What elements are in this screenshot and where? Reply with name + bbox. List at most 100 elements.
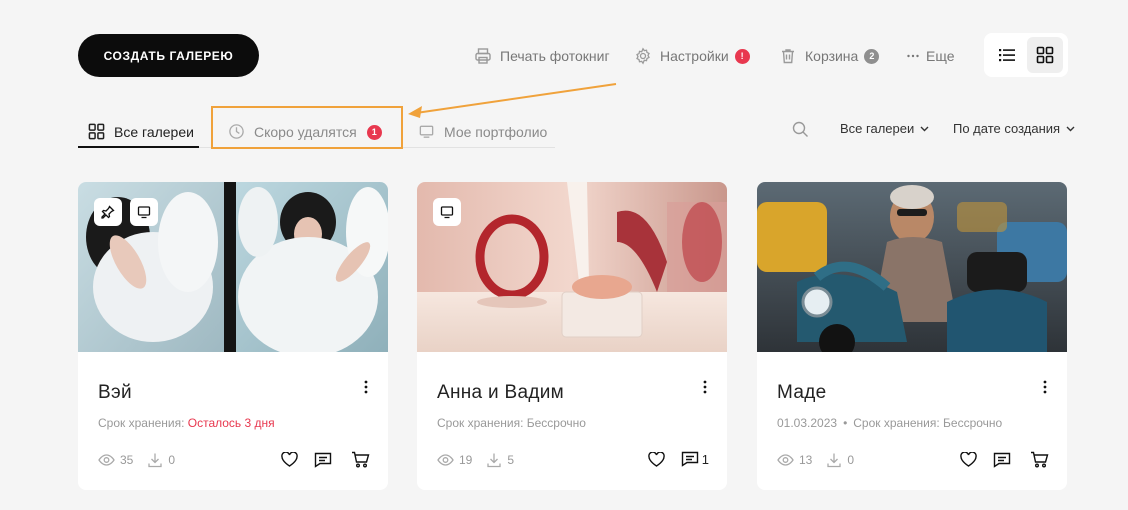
trash-icon bbox=[779, 47, 797, 65]
gallery-card[interactable]: Анна и Вадим Срок хранения: Бессрочно 19… bbox=[417, 182, 727, 490]
card-actions bbox=[265, 451, 370, 468]
download-icon bbox=[148, 453, 163, 468]
tab-my-portfolio[interactable]: Мое портфолио bbox=[418, 118, 547, 146]
heart-icon bbox=[960, 452, 977, 467]
annotation-arrow bbox=[408, 83, 617, 118]
gallery-stats: 35 0 bbox=[98, 452, 189, 468]
gallery-title: Маде bbox=[777, 382, 827, 403]
gallery-stats: 19 5 bbox=[437, 452, 528, 468]
gallery-cover-image bbox=[78, 182, 388, 352]
sort-dropdown[interactable]: По дате создания bbox=[953, 121, 1075, 136]
gallery-title: Анна и Вадим bbox=[437, 382, 564, 403]
comment-icon bbox=[314, 452, 332, 468]
card-actions: 1 bbox=[632, 451, 709, 467]
storage-label: Срок хранения: bbox=[853, 416, 944, 430]
list-icon bbox=[999, 49, 1015, 62]
views-stat: 13 bbox=[777, 453, 812, 467]
gallery-meta: 01.03.2023 • Срок хранения: Бессрочно bbox=[777, 416, 1002, 430]
trash-label: Корзина bbox=[805, 48, 859, 64]
tab-all-galleries-label: Все галереи bbox=[114, 124, 194, 140]
comments-button[interactable]: 1 bbox=[681, 451, 709, 467]
settings-label: Настройки bbox=[660, 48, 729, 64]
gallery-cover-image bbox=[417, 182, 727, 352]
grid-icon bbox=[1036, 46, 1054, 64]
views-count: 13 bbox=[799, 453, 813, 467]
portfolio-button[interactable] bbox=[130, 198, 158, 226]
tab-all-galleries[interactable]: Все галереи bbox=[88, 118, 194, 146]
meta-separator-dot: • bbox=[843, 416, 848, 430]
heart-icon bbox=[648, 451, 665, 467]
tab-my-portfolio-label: Мое портфолио bbox=[444, 124, 548, 140]
gallery-date: 01.03.2023 bbox=[777, 416, 838, 430]
settings-alert-badge: ! bbox=[734, 48, 750, 64]
create-gallery-button[interactable]: СОЗДАТЬ ГАЛЕРЕЮ bbox=[78, 34, 259, 77]
pin-icon bbox=[101, 205, 115, 219]
chevron-down-icon bbox=[920, 126, 929, 132]
kebab-menu-icon bbox=[1043, 380, 1047, 394]
downloads-count: 0 bbox=[847, 453, 855, 467]
grid-icon bbox=[88, 123, 106, 141]
gallery-card[interactable]: Вэй Срок хранения: Осталось 3 дня 35 0 bbox=[78, 182, 388, 490]
downloads-stat: 0 bbox=[826, 452, 854, 468]
comments-button[interactable] bbox=[314, 452, 335, 468]
trash-count-badge: 2 bbox=[864, 48, 880, 64]
comment-icon bbox=[681, 451, 698, 467]
like-button[interactable] bbox=[648, 451, 665, 467]
gallery-meta: Срок хранения: Осталось 3 дня bbox=[98, 416, 275, 430]
cart-button[interactable] bbox=[1030, 451, 1049, 468]
views-count: 35 bbox=[120, 453, 134, 467]
heart-icon bbox=[281, 452, 298, 467]
gallery-scope-dropdown[interactable]: Все галереи bbox=[840, 121, 929, 136]
list-view-button[interactable] bbox=[989, 37, 1025, 73]
grid-view-button[interactable] bbox=[1027, 37, 1063, 73]
card-menu-button[interactable] bbox=[362, 379, 370, 395]
card-actions bbox=[944, 451, 1049, 468]
more-menu[interactable]: Еще bbox=[906, 46, 955, 66]
eye-icon bbox=[98, 454, 115, 466]
view-toggle bbox=[984, 33, 1068, 77]
printer-icon bbox=[474, 47, 492, 65]
monitor-icon bbox=[137, 206, 151, 219]
downloads-stat: 5 bbox=[486, 452, 514, 468]
views-stat: 35 bbox=[98, 453, 133, 467]
print-photobooks-link[interactable]: Печать фотокниг bbox=[474, 46, 610, 66]
storage-label: Срок хранения: bbox=[437, 416, 527, 430]
like-button[interactable] bbox=[281, 452, 298, 467]
storage-value: Бессрочно bbox=[943, 416, 1003, 430]
eye-icon bbox=[777, 454, 794, 466]
more-dots-icon bbox=[906, 47, 920, 65]
gallery-card[interactable]: Маде 01.03.2023 • Срок хранения: Бессрочно… bbox=[757, 182, 1067, 490]
views-count: 19 bbox=[459, 453, 473, 467]
downloads-count: 5 bbox=[507, 453, 515, 467]
kebab-menu-icon bbox=[364, 380, 368, 394]
search-icon[interactable] bbox=[792, 121, 809, 138]
trash-link[interactable]: Корзина 2 bbox=[779, 46, 880, 66]
card-menu-button[interactable] bbox=[701, 379, 709, 395]
sort-value: По дате создания bbox=[953, 121, 1061, 136]
cart-button[interactable] bbox=[351, 451, 370, 468]
download-icon bbox=[827, 453, 842, 468]
eye-icon bbox=[437, 454, 454, 466]
gallery-stats: 13 0 bbox=[777, 452, 868, 468]
comments-button[interactable] bbox=[993, 452, 1014, 468]
settings-link[interactable]: Настройки ! bbox=[634, 46, 750, 66]
print-photobooks-label: Печать фотокниг bbox=[500, 48, 610, 64]
gallery-title: Вэй bbox=[98, 382, 132, 403]
gallery-scope-value: Все галереи bbox=[840, 121, 915, 136]
active-tab-underline bbox=[78, 146, 199, 148]
card-menu-button[interactable] bbox=[1041, 379, 1049, 395]
kebab-menu-icon bbox=[703, 380, 707, 394]
chevron-down-icon bbox=[1066, 126, 1075, 132]
like-button[interactable] bbox=[960, 452, 977, 467]
portfolio-button[interactable] bbox=[433, 198, 461, 226]
pin-button[interactable] bbox=[94, 198, 122, 226]
views-stat: 19 bbox=[437, 453, 472, 467]
storage-label: Срок хранения: bbox=[98, 416, 188, 430]
monitor-icon bbox=[418, 123, 436, 141]
cart-icon bbox=[352, 451, 370, 468]
gallery-cover-image bbox=[757, 182, 1067, 352]
storage-value: Осталось 3 дня bbox=[187, 416, 275, 430]
storage-value: Бессрочно bbox=[526, 416, 586, 430]
downloads-stat: 0 bbox=[147, 452, 175, 468]
downloads-count: 0 bbox=[168, 453, 176, 467]
